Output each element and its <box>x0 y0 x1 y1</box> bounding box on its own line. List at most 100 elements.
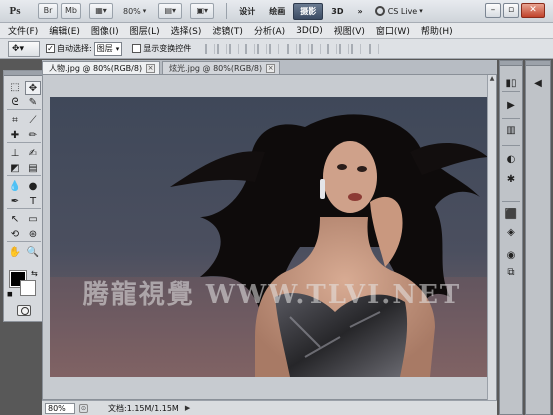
tab-glare-jpg[interactable]: 炫光.jpg @ 80%(RGB/8) × <box>162 61 281 74</box>
type-icon[interactable]: T <box>25 195 41 209</box>
menu-analysis[interactable]: 分析(A) <box>254 24 285 37</box>
swatches-icon[interactable]: ⬛ <box>503 208 519 222</box>
status-menu-arrow[interactable]: ▶ <box>185 404 190 412</box>
channels-icon[interactable]: ◉ <box>503 249 519 263</box>
tool-preset-picker[interactable]: ✥▾ <box>8 40 40 57</box>
lasso-icon[interactable]: ᘓ <box>7 96 23 110</box>
bridge-button[interactable]: Br <box>38 3 58 19</box>
workspace-painting[interactable]: 绘画 <box>263 3 291 20</box>
scroll-up-icon[interactable]: ▲ <box>488 75 496 83</box>
align-top-icon[interactable] <box>205 43 216 54</box>
distribute-left-icon[interactable] <box>327 43 338 54</box>
close-icon[interactable]: × <box>146 63 156 73</box>
zoom-icon[interactable]: 🔍 <box>25 246 41 260</box>
menu-file[interactable]: 文件(F) <box>8 24 38 37</box>
auto-select-target-dropdown[interactable]: 图层 ▾ <box>93 41 123 56</box>
workspace-photography[interactable]: 摄影 <box>293 2 324 20</box>
tab-person-jpg[interactable]: 人物.jpg @ 80%(RGB/8) × <box>42 61 161 74</box>
panel-grip[interactable] <box>526 61 550 66</box>
vertical-scrollbar[interactable]: ▲ <box>487 75 496 401</box>
mini-bridge-button[interactable]: Mb <box>61 3 81 19</box>
paths-icon[interactable]: ⧉ <box>503 266 519 280</box>
restore-button[interactable]: ▫ <box>503 3 519 18</box>
collapse-icon[interactable]: ◀ <box>530 77 546 91</box>
shape-icon[interactable]: ▭ <box>25 213 41 227</box>
quick-mask-button[interactable] <box>17 305 31 316</box>
crop-icon[interactable]: ⌗ <box>7 114 23 128</box>
screen-mode-button[interactable]: ▣▾ <box>190 3 215 19</box>
align-bottom-icon[interactable] <box>229 43 240 54</box>
distribute-top-icon[interactable] <box>287 43 298 54</box>
blur-icon[interactable]: 💧 <box>7 180 23 194</box>
3d-rotate-icon[interactable]: ⟲ <box>7 228 23 242</box>
cs-live-icon <box>374 6 385 16</box>
show-transform-checkbox[interactable] <box>132 44 142 53</box>
history-brush-icon[interactable]: ✍ <box>25 147 41 161</box>
healing-icon[interactable]: ✚ <box>7 129 23 143</box>
marquee-icon[interactable]: ⬚ <box>7 81 23 95</box>
align-right-icon[interactable] <box>269 43 280 54</box>
panel-grip[interactable] <box>500 61 522 66</box>
distribute-hcenter-icon[interactable] <box>339 43 350 54</box>
menu-select[interactable]: 选择(S) <box>171 24 202 37</box>
close-icon[interactable]: × <box>266 63 276 73</box>
auto-align-icon[interactable] <box>369 43 380 54</box>
view-extras-button[interactable]: ▦▾ <box>89 3 113 19</box>
menu-view[interactable]: 视图(V) <box>334 24 365 37</box>
distribute-vcenter-icon[interactable] <box>299 43 310 54</box>
auto-select-checkbox[interactable]: ✓ <box>46 44 55 53</box>
distribute-bottom-icon[interactable] <box>311 43 322 54</box>
align-hcenter-icon[interactable] <box>257 43 268 54</box>
menu-window[interactable]: 窗口(W) <box>376 24 410 37</box>
cs-live-button[interactable]: CS Live ▾ <box>374 6 423 16</box>
layers-comps-icon[interactable]: ▥ <box>503 124 519 138</box>
3d-orbit-icon[interactable]: ⊛ <box>25 228 41 242</box>
eraser-icon[interactable]: ◩ <box>7 162 23 176</box>
show-transform-option[interactable]: 显示变换控件 <box>132 43 191 54</box>
quick-select-icon[interactable]: ✎ <box>25 96 41 110</box>
menu-3d[interactable]: 3D(D) <box>296 26 323 36</box>
brush-presets-icon[interactable]: ✱ <box>503 173 519 187</box>
cs-live-label: CS Live <box>387 6 418 16</box>
menu-filter[interactable]: 滤镜(T) <box>212 24 243 37</box>
hand-icon[interactable]: ✋ <box>7 246 23 260</box>
move-icon[interactable]: ✥ <box>25 81 41 95</box>
stamp-icon[interactable]: ⊥ <box>7 147 23 161</box>
menu-image[interactable]: 图像(I) <box>91 24 119 37</box>
dodge-icon[interactable]: ● <box>25 180 41 194</box>
close-button[interactable]: ✕ <box>521 3 545 18</box>
arrange-documents-button[interactable]: ▤▾ <box>158 3 183 19</box>
brush-icon[interactable]: ✏ <box>25 129 41 143</box>
menu-layer[interactable]: 图层(L) <box>130 24 160 37</box>
histogram-icon[interactable]: ▮▯ <box>503 77 519 91</box>
menu-help[interactable]: 帮助(H) <box>421 24 453 37</box>
menu-edit[interactable]: 编辑(E) <box>49 24 80 37</box>
panel-grip[interactable] <box>4 71 42 76</box>
auto-select-target-value: 图层 <box>96 43 113 53</box>
default-colors-icon[interactable]: ◼ <box>7 290 13 298</box>
align-left-icon[interactable] <box>245 43 256 54</box>
panel-icons-column-2: ◀ <box>525 60 551 415</box>
swap-colors-icon[interactable]: ⇆ <box>31 269 38 278</box>
info-icon[interactable]: ⊙ <box>79 403 88 413</box>
zoom-field[interactable]: 80% <box>45 402 75 414</box>
distribute-right-icon[interactable] <box>351 43 362 54</box>
zoom-dropdown[interactable]: 80% ▾ <box>123 7 146 16</box>
pen-icon[interactable]: ✒ <box>7 195 23 209</box>
auto-select-option[interactable]: ✓ 自动选择: 图层 ▾ <box>46 41 123 56</box>
tab-label: 人物.jpg @ 80%(RGB/8) <box>49 63 143 73</box>
workspace-design[interactable]: 设计 <box>233 3 261 20</box>
dock-separator <box>502 118 520 119</box>
gradient-icon[interactable]: ▤ <box>25 162 41 176</box>
workspace-3d[interactable]: 3D <box>325 3 349 20</box>
eyedropper-icon[interactable]: ⟋ <box>25 114 41 128</box>
layers-icon[interactable]: ◈ <box>503 226 519 240</box>
background-color-swatch[interactable] <box>20 280 36 296</box>
minimize-button[interactable]: – <box>485 3 501 18</box>
actions-icon[interactable]: ▶ <box>503 99 519 113</box>
path-select-icon[interactable]: ↖ <box>7 213 23 227</box>
more-workspaces-button[interactable]: » <box>352 3 369 20</box>
image-canvas[interactable] <box>50 97 488 377</box>
align-vcenter-icon[interactable] <box>217 43 228 54</box>
adjustments-icon[interactable]: ◐ <box>503 153 519 167</box>
